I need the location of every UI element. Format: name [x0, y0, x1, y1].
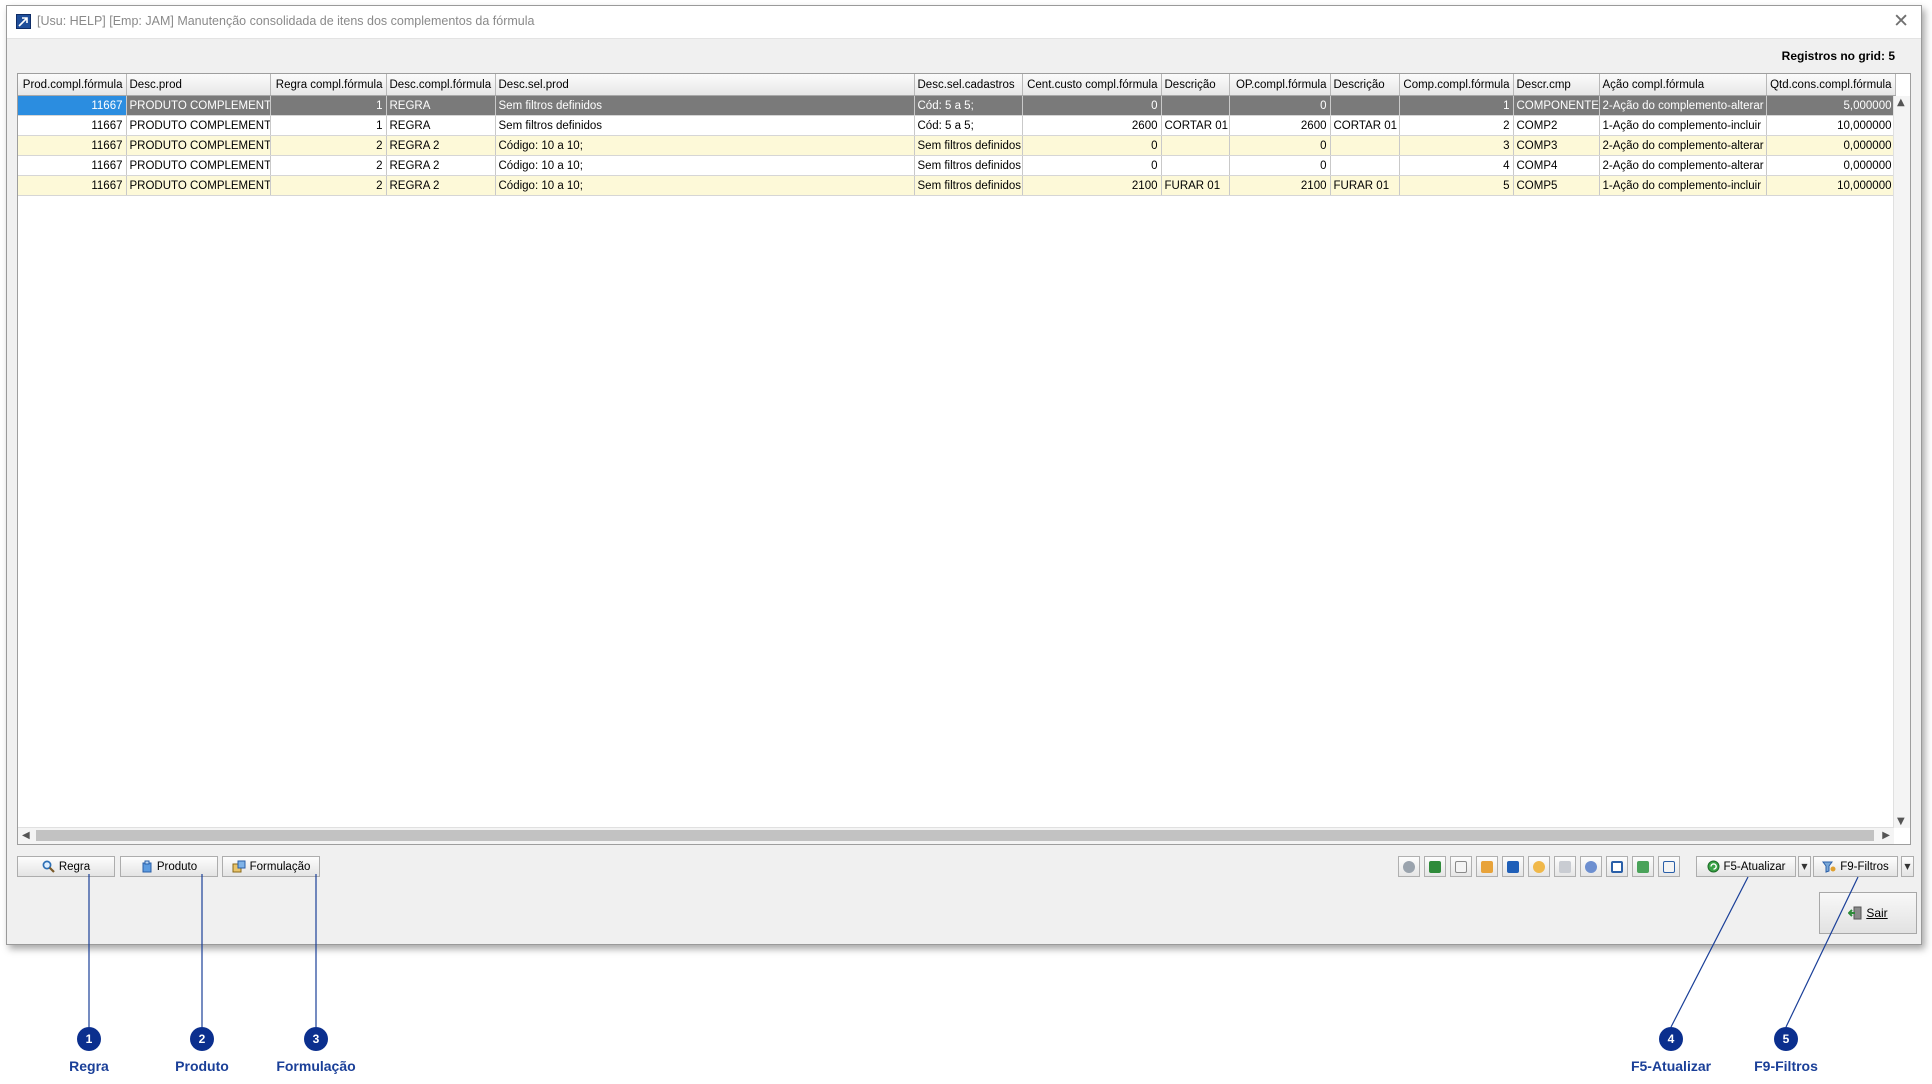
callout-label-2: Produto — [175, 1058, 229, 1074]
callout-line-5 — [1785, 876, 1859, 1028]
callout-label-4: F5-Atualizar — [1630, 1058, 1712, 1074]
callout-label-1: Regra — [69, 1058, 109, 1074]
callout-marker-2: 2 — [190, 1027, 214, 1051]
callout-label-3: Formulação — [276, 1058, 356, 1074]
callout-marker-4: 4 — [1659, 1027, 1683, 1051]
callout-lines — [88, 874, 1859, 1028]
callout-marker-5: 5 — [1774, 1027, 1798, 1051]
callout-label-5: F9-Filtros — [1754, 1058, 1818, 1074]
callout-marker-1: 1 — [77, 1027, 101, 1051]
callout-marker-3: 3 — [304, 1027, 328, 1051]
callout-line-4 — [1670, 876, 1749, 1028]
